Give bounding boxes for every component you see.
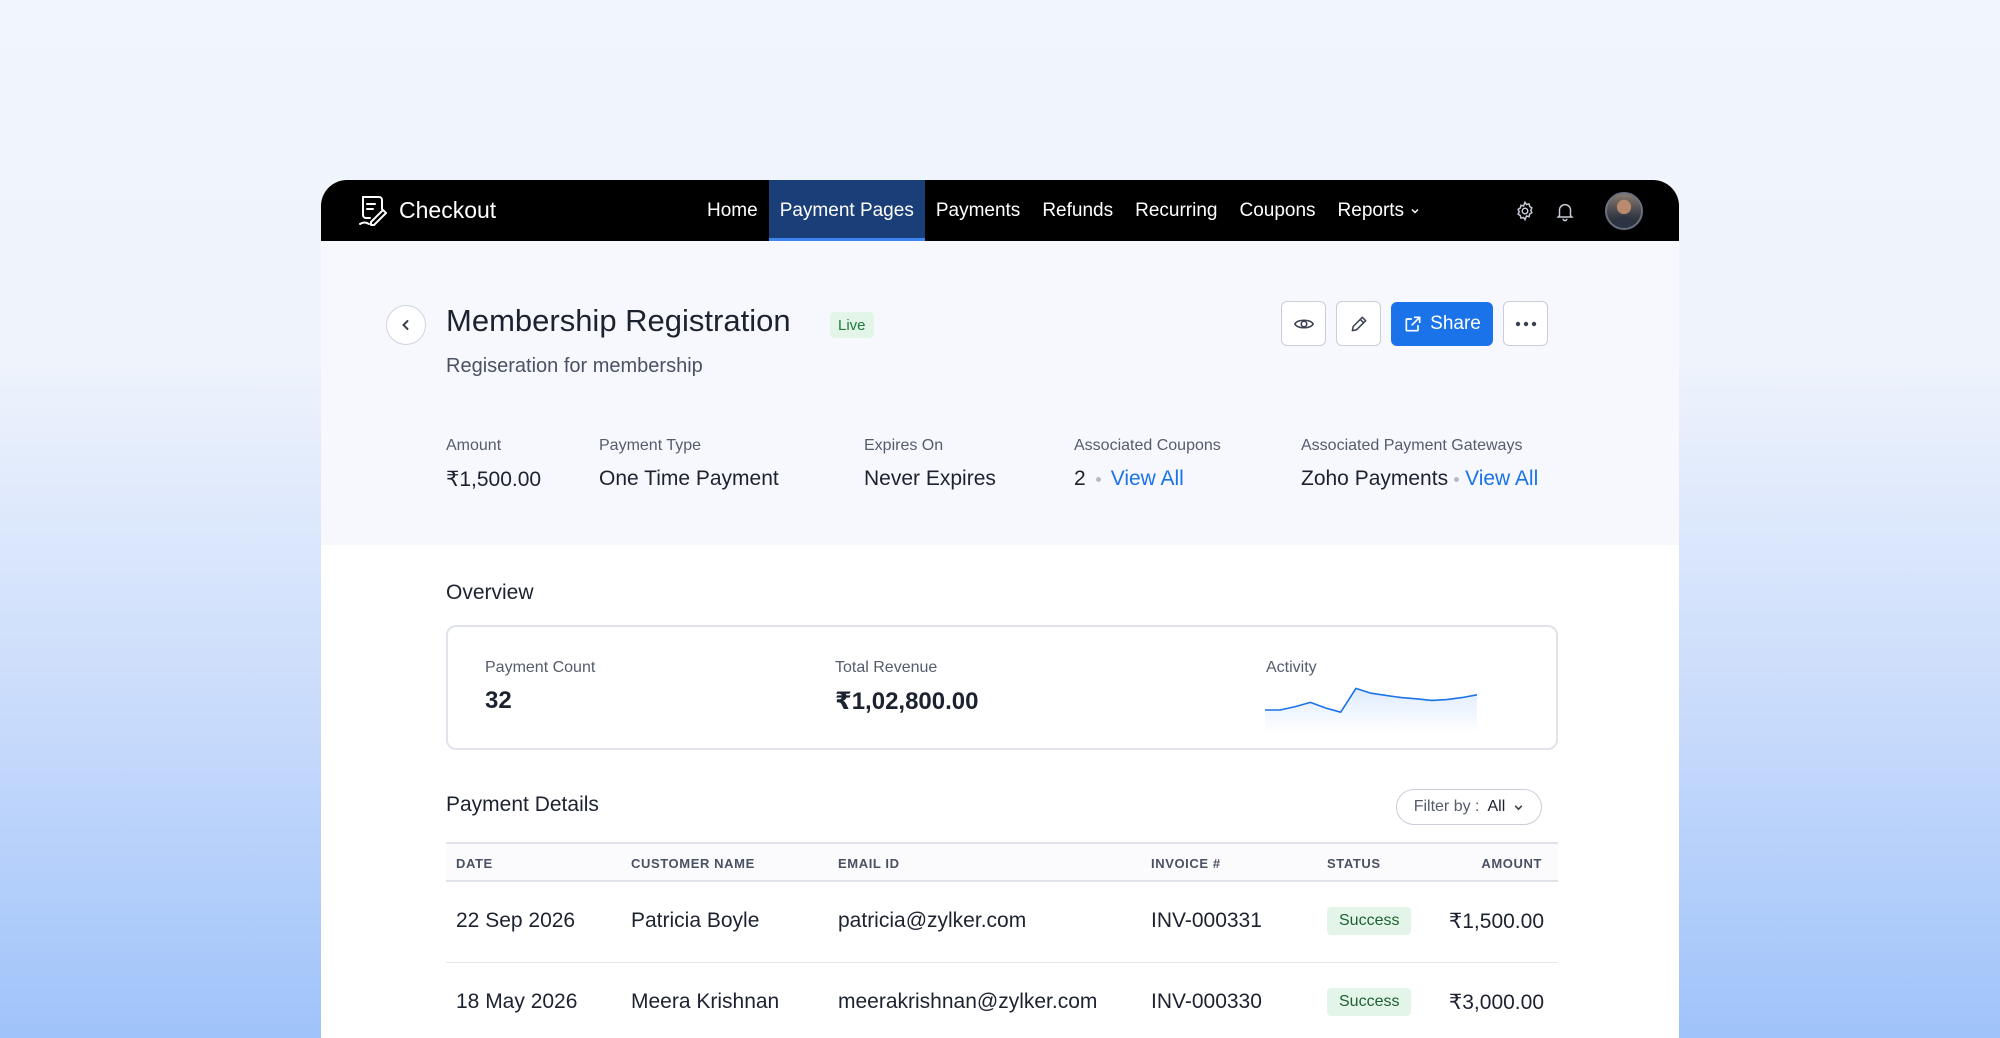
activity-label: Activity: [1266, 659, 1317, 676]
status-badge: Success: [1327, 988, 1412, 1016]
main-nav: Home Payment Pages Payments Refunds Recu…: [696, 180, 1431, 241]
invoice-link[interactable]: INV-000330: [1151, 990, 1262, 1014]
meta-gateways-value: Zoho Payments: [1301, 467, 1449, 490]
chevron-down-icon: [1514, 804, 1523, 810]
top-navbar: Checkout Home Payment Pages Payments Ref…: [321, 180, 1679, 241]
table-row[interactable]: 22 Sep 2026 Patricia Boyle patricia@zylk…: [446, 882, 1558, 963]
edit-button[interactable]: [1336, 301, 1381, 346]
app-window: Checkout Home Payment Pages Payments Ref…: [321, 180, 1679, 1038]
activity-stat: Activity: [1266, 659, 1317, 677]
coupons-view-all-link[interactable]: View All: [1111, 467, 1184, 491]
cell-customer: Patricia Boyle: [631, 909, 760, 932]
page-title: Membership Registration: [446, 303, 791, 338]
meta-coupons-row: 2 View All: [1074, 467, 1221, 491]
column-header-date[interactable]: DATE: [456, 856, 493, 871]
preview-button[interactable]: [1281, 301, 1326, 346]
status-badge: Success: [1327, 907, 1412, 935]
filter-value: All: [1487, 798, 1506, 815]
share-button[interactable]: Share: [1391, 302, 1493, 346]
cell-date: 22 Sep 2026: [456, 909, 576, 932]
meta-payment-type-label: Payment Type: [599, 437, 701, 454]
pencil-icon: [1351, 316, 1366, 331]
avatar[interactable]: [1605, 192, 1643, 230]
nav-item-payment-pages[interactable]: Payment Pages: [768, 180, 925, 241]
status-badge: Live: [830, 312, 874, 338]
column-header-status[interactable]: STATUS: [1327, 856, 1381, 871]
nav-item-payments[interactable]: Payments: [925, 180, 1031, 241]
nav-item-recurring[interactable]: Recurring: [1124, 180, 1228, 241]
chevron-left-icon: [402, 320, 409, 330]
sparkline-area: [1265, 688, 1477, 733]
gateways-view-all-link[interactable]: View All: [1465, 467, 1538, 491]
cell-amount: ₹1,500.00: [1448, 910, 1544, 933]
meta-payment-type: Payment Type One Time Payment: [599, 437, 779, 491]
nav-item-refunds[interactable]: Refunds: [1031, 180, 1124, 241]
gear-icon[interactable]: [1513, 199, 1537, 223]
cell-email: meerakrishnan@zylker.com: [838, 990, 1098, 1013]
meta-coupons-count: 2: [1074, 467, 1086, 490]
more-options-button[interactable]: [1503, 301, 1548, 346]
meta-expires-on-value: Never Expires: [864, 467, 996, 490]
meta-amount: Amount ₹1,500.00: [446, 437, 541, 492]
checkout-logo-icon: [359, 196, 387, 226]
table-header: DATE CUSTOMER NAME EMAIL ID INVOICE # ST…: [446, 842, 1558, 882]
nav-item-coupons[interactable]: Coupons: [1228, 180, 1326, 241]
app-name: Checkout: [399, 196, 497, 223]
total-revenue-stat: Total Revenue ₹1,02,800.00: [835, 659, 978, 716]
cell-customer: Meera Krishnan: [631, 990, 780, 1013]
nav-item-home[interactable]: Home: [696, 180, 769, 241]
payment-count-value: 32: [485, 687, 512, 714]
eye-icon: [1293, 318, 1314, 329]
nav-item-reports[interactable]: Reports: [1327, 180, 1432, 241]
payment-page-header: Membership Registration Live Regiseratio…: [321, 241, 1679, 545]
back-button[interactable]: [386, 305, 426, 345]
activity-sparkline: [1265, 687, 1478, 733]
cell-date: 18 May 2026: [456, 990, 578, 1013]
column-header-customer[interactable]: CUSTOMER NAME: [631, 856, 755, 871]
meta-coupons-label: Associated Coupons: [1074, 437, 1221, 454]
total-revenue-label: Total Revenue: [835, 659, 938, 676]
overview-title: Overview: [446, 581, 534, 604]
meta-expires-on-label: Expires On: [864, 437, 944, 454]
page-subtitle: Regiseration for membership: [446, 355, 703, 377]
table-row[interactable]: 18 May 2026 Meera Krishnan meerakrishnan…: [446, 963, 1558, 1038]
payments-table: DATE CUSTOMER NAME EMAIL ID INVOICE # ST…: [446, 842, 1558, 1038]
meta-gateways-label: Associated Payment Gateways: [1301, 437, 1523, 454]
payment-count-label: Payment Count: [485, 659, 596, 676]
chevron-down-icon: [1411, 208, 1419, 214]
more-horizontal-icon: [1515, 321, 1536, 326]
meta-coupons: Associated Coupons 2 View All: [1074, 437, 1221, 491]
brand[interactable]: Checkout: [355, 192, 496, 228]
filter-dropdown[interactable]: Filter by : All: [1396, 789, 1542, 825]
overview-card: Payment Count 32 Total Revenue ₹1,02,800…: [446, 625, 1558, 750]
nav-item-reports-label: Reports: [1337, 199, 1405, 221]
separator-dot: [1454, 476, 1460, 482]
invoice-link[interactable]: INV-000331: [1151, 909, 1262, 933]
nav-right-tools: [1513, 192, 1643, 230]
column-header-amount[interactable]: AMOUNT: [1481, 856, 1542, 871]
column-header-email[interactable]: EMAIL ID: [838, 856, 900, 871]
share-external-icon: [1405, 316, 1421, 332]
total-revenue-value: ₹1,02,800.00: [835, 688, 979, 715]
meta-expires-on: Expires On Never Expires: [864, 437, 996, 491]
meta-amount-value: ₹1,500.00: [446, 468, 542, 491]
separator-dot: [1095, 476, 1101, 482]
payment-details-title: Payment Details: [446, 793, 599, 816]
payment-count-stat: Payment Count 32: [485, 659, 595, 715]
share-button-label: Share: [1430, 313, 1481, 334]
meta-amount-label: Amount: [446, 437, 502, 454]
column-header-invoice[interactable]: INVOICE #: [1151, 856, 1221, 871]
meta-gateways-row: Zoho Payments View All: [1301, 467, 1538, 491]
meta-gateways: Associated Payment Gateways Zoho Payment…: [1301, 437, 1538, 491]
cell-email: patricia@zylker.com: [838, 909, 1027, 932]
bell-icon[interactable]: [1553, 199, 1577, 223]
cell-amount: ₹3,000.00: [1448, 991, 1544, 1014]
meta-payment-type-value: One Time Payment: [599, 467, 779, 490]
filter-prefix: Filter by :: [1413, 798, 1480, 815]
